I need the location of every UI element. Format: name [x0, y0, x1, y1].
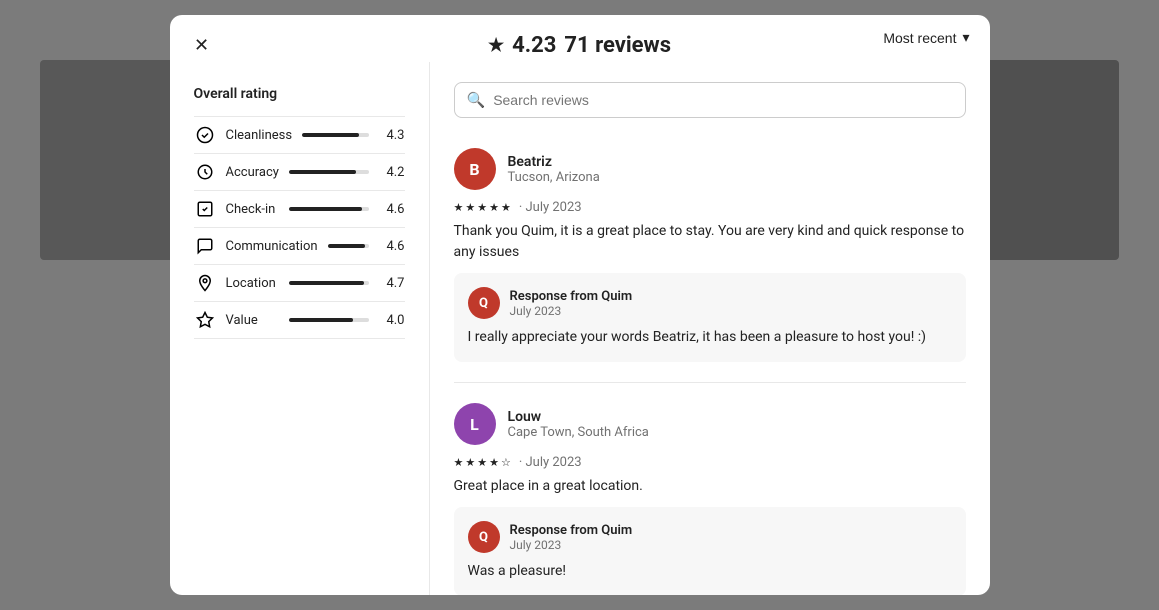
location-score: 4.7: [379, 276, 405, 291]
check-in-score: 4.6: [379, 202, 405, 217]
review-stars: ★★★★☆· July 2023: [454, 455, 966, 470]
accuracy-label: Accuracy: [226, 165, 279, 180]
star-2: ★: [465, 201, 475, 214]
reviews-list: B Beatriz Tucson, Arizona ★★★★★· July 20…: [430, 128, 990, 595]
review-text: Great place in a great location.: [454, 476, 966, 497]
location-label: Location: [226, 276, 279, 291]
close-icon: ✕: [194, 35, 209, 56]
host-avatar: Q: [468, 521, 500, 553]
reviewer-info: Beatriz Tucson, Arizona: [508, 154, 600, 185]
host-response-date: July 2023: [510, 304, 633, 318]
rating-row-value: Value 4.0: [194, 301, 405, 339]
chevron-down-icon: ▾: [962, 29, 969, 46]
host-response-header: Q Response from Quim July 2023: [468, 521, 952, 553]
rating-row-accuracy: Accuracy 4.2: [194, 153, 405, 190]
close-button[interactable]: ✕: [186, 29, 218, 61]
review-text: Thank you Quim, it is a great place to s…: [454, 221, 966, 263]
star-1: ★: [454, 456, 464, 469]
host-response: Q Response from Quim July 2023 I really …: [454, 273, 966, 362]
accuracy-score: 4.2: [379, 165, 405, 180]
reviews-modal: ✕ Most recent ▾ ★ 4.23 71 reviews Overal…: [170, 15, 990, 595]
reviews-panel: 🔍 B Beatriz Tucson, Arizona ★★★★★· July …: [430, 62, 990, 595]
star-icon: ★: [488, 35, 504, 56]
check-in-icon: [194, 198, 216, 220]
review-item-louw: L Louw Cape Town, South Africa ★★★★☆· Ju…: [454, 383, 966, 595]
reviewer-avatar: L: [454, 403, 496, 445]
rating-row-communication: Communication 4.6: [194, 227, 405, 264]
reviews-count: 71 reviews: [564, 33, 671, 58]
host-name: Response from Quim: [510, 289, 633, 304]
reviewer-name: Louw: [508, 409, 649, 425]
host-info: Response from Quim July 2023: [510, 289, 633, 318]
reviewer-header: B Beatriz Tucson, Arizona: [454, 148, 966, 190]
rating-breakdown-panel: Overall rating Cleanliness 4.3 Accuracy …: [170, 62, 430, 595]
check-in-label: Check-in: [226, 202, 279, 217]
review-stars: ★★★★★· July 2023: [454, 200, 966, 215]
communication-icon: [194, 235, 216, 257]
sort-label: Most recent: [883, 30, 956, 46]
star-1: ★: [454, 201, 464, 214]
communication-score: 4.6: [379, 239, 405, 254]
reviewer-location: Tucson, Arizona: [508, 170, 600, 185]
host-avatar: Q: [468, 287, 500, 319]
search-input[interactable]: [493, 92, 952, 108]
host-response-date: July 2023: [510, 538, 633, 552]
value-icon: [194, 309, 216, 331]
star-2: ★: [465, 456, 475, 469]
check-in-bar: [289, 207, 369, 211]
search-bar[interactable]: 🔍: [454, 82, 966, 118]
star-4: ★: [489, 201, 499, 214]
host-response: Q Response from Quim July 2023 Was a ple…: [454, 507, 966, 595]
rating-row-location: Location 4.7: [194, 264, 405, 301]
rating-row-check-in: Check-in 4.6: [194, 190, 405, 227]
cleanliness-score: 4.3: [379, 128, 405, 143]
value-bar: [289, 318, 369, 322]
review-date: · July 2023: [519, 455, 582, 470]
rating-row-cleanliness: Cleanliness 4.3: [194, 116, 405, 153]
star-5: ☆: [501, 456, 511, 469]
value-label: Value: [226, 313, 279, 328]
host-response-text: I really appreciate your words Beatriz, …: [468, 327, 952, 348]
overall-rating-label: Overall rating: [194, 86, 405, 102]
rating-display: 4.23: [512, 33, 556, 58]
host-info: Response from Quim July 2023: [510, 523, 633, 552]
reviewer-name: Beatriz: [508, 154, 600, 170]
location-icon: [194, 272, 216, 294]
host-response-text: Was a pleasure!: [468, 561, 952, 582]
accuracy-bar: [289, 170, 369, 174]
star-4: ★: [489, 456, 499, 469]
reviewer-info: Louw Cape Town, South Africa: [508, 409, 649, 440]
cleanliness-icon: [194, 124, 216, 146]
search-bar-area: 🔍: [430, 62, 990, 128]
value-score: 4.0: [379, 313, 405, 328]
star-5: ★: [501, 201, 511, 214]
host-name: Response from Quim: [510, 523, 633, 538]
reviews-header: ★ 4.23 71 reviews: [170, 15, 990, 62]
search-icon: 🔍: [467, 91, 486, 109]
communication-label: Communication: [226, 239, 318, 254]
star-3: ★: [477, 456, 487, 469]
review-item-beatriz: B Beatriz Tucson, Arizona ★★★★★· July 20…: [454, 128, 966, 383]
rating-bars: Cleanliness 4.3 Accuracy 4.2 Check-in 4.…: [194, 116, 405, 339]
accuracy-icon: [194, 161, 216, 183]
star-3: ★: [477, 201, 487, 214]
location-bar: [289, 281, 369, 285]
reviewer-header: L Louw Cape Town, South Africa: [454, 403, 966, 445]
reviewer-avatar: B: [454, 148, 496, 190]
modal-overlay: ✕ Most recent ▾ ★ 4.23 71 reviews Overal…: [0, 0, 1159, 610]
reviewer-location: Cape Town, South Africa: [508, 425, 649, 440]
review-date: · July 2023: [519, 200, 582, 215]
communication-bar: [328, 244, 369, 248]
sort-dropdown[interactable]: Most recent ▾: [883, 29, 969, 46]
cleanliness-label: Cleanliness: [226, 128, 293, 143]
host-response-header: Q Response from Quim July 2023: [468, 287, 952, 319]
cleanliness-bar: [302, 133, 368, 137]
